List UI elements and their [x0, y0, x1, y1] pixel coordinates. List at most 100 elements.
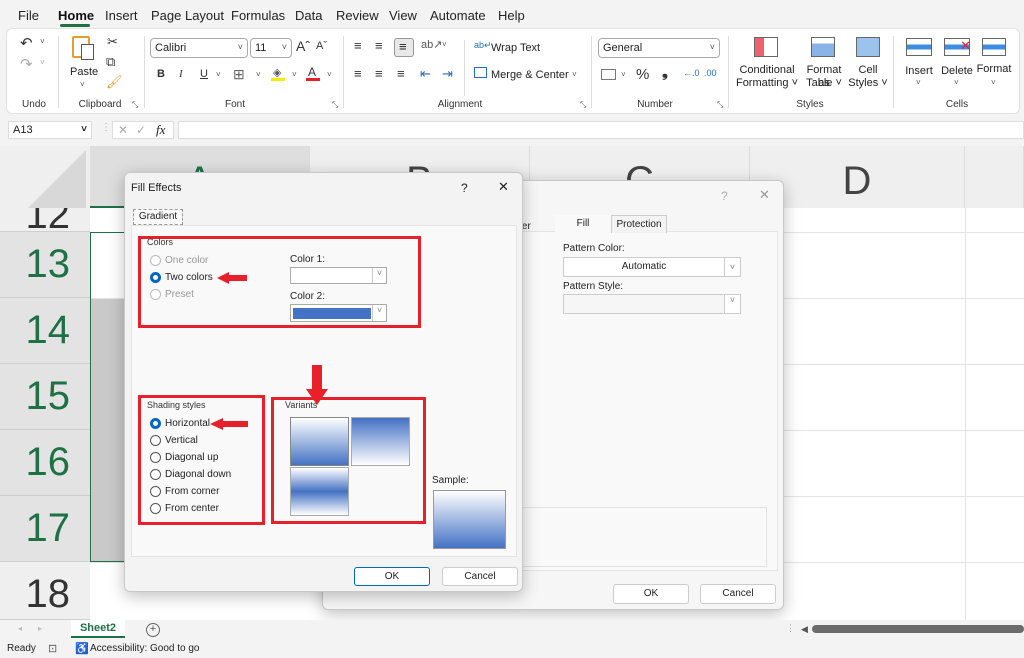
- scroll-left-icon[interactable]: ◀: [801, 624, 808, 635]
- next-sheet-icon[interactable]: ▸: [38, 624, 42, 633]
- cell-styles-icon[interactable]: [856, 37, 880, 57]
- shrink-font-button[interactable]: Aˇ: [316, 40, 327, 52]
- percent-button[interactable]: %: [636, 66, 649, 83]
- pattern-style-select[interactable]: ˅: [563, 294, 741, 314]
- format-dropdown-icon[interactable]: ˅: [991, 78, 996, 87]
- conditional-formatting-label-1[interactable]: Conditional: [737, 64, 797, 77]
- variant-3[interactable]: [290, 467, 349, 516]
- diagonal-up-radio[interactable]: [150, 452, 161, 463]
- cancel-button[interactable]: Cancel: [700, 584, 776, 604]
- cancel-button[interactable]: Cancel: [442, 567, 518, 586]
- align-bottom-button[interactable]: ≡: [394, 38, 414, 57]
- format-cells-icon[interactable]: [982, 38, 1006, 56]
- from-center-radio[interactable]: [150, 503, 161, 514]
- borders-dropdown-icon[interactable]: ˅: [256, 70, 261, 79]
- menu-view[interactable]: View: [389, 8, 417, 23]
- menu-home[interactable]: Home: [58, 8, 94, 23]
- row-header-12[interactable]: 12: [0, 208, 90, 232]
- from-center-label[interactable]: From center: [165, 503, 219, 514]
- menu-review[interactable]: Review: [336, 8, 379, 23]
- diagonal-down-label[interactable]: Diagonal down: [165, 469, 231, 480]
- insert-cells-icon[interactable]: [906, 38, 932, 56]
- align-center-icon[interactable]: ≡: [375, 66, 383, 81]
- menu-page-layout[interactable]: Page Layout: [151, 8, 224, 23]
- row-header-18[interactable]: 18: [0, 562, 90, 620]
- one-color-radio[interactable]: [150, 255, 161, 266]
- merge-center-button[interactable]: Merge & Center: [491, 69, 569, 82]
- row-header-16[interactable]: 16: [0, 430, 90, 496]
- underline-dropdown-icon[interactable]: ˅: [216, 70, 221, 79]
- accounting-dropdown-icon[interactable]: ˅: [621, 70, 626, 79]
- borders-icon[interactable]: ⊞: [233, 66, 245, 83]
- undo-dropdown-icon[interactable]: ˅: [40, 37, 45, 46]
- underline-button[interactable]: U: [200, 68, 208, 80]
- dialog-launcher-icon[interactable]: ⤡: [717, 100, 723, 110]
- cell-styles-label-2[interactable]: Styles ˅: [848, 77, 888, 90]
- insert-button[interactable]: Insert: [905, 65, 933, 78]
- format-as-table-icon[interactable]: [811, 37, 835, 57]
- redo-dropdown-icon[interactable]: ˅: [40, 58, 45, 67]
- menu-automate[interactable]: Automate: [430, 8, 486, 23]
- number-format-combo[interactable]: General ˅: [598, 38, 720, 58]
- name-box[interactable]: A13 ˅: [8, 121, 92, 139]
- conditional-formatting-icon[interactable]: [754, 37, 778, 57]
- help-button[interactable]: ?: [461, 181, 468, 195]
- fill-color-button[interactable]: ◈: [271, 66, 287, 82]
- fill-dropdown-icon[interactable]: ˅: [292, 70, 297, 79]
- close-button[interactable]: ✕: [759, 187, 770, 203]
- macro-record-icon[interactable]: ⊡: [48, 642, 57, 655]
- one-color-label[interactable]: One color: [165, 255, 208, 266]
- scroll-grip-icon[interactable]: ⋮: [786, 623, 795, 634]
- formula-bar-grip-icon[interactable]: ⋮: [101, 122, 111, 133]
- paste-button[interactable]: [70, 34, 98, 62]
- insert-function-icon[interactable]: fx: [156, 122, 165, 138]
- paste-label[interactable]: Paste: [70, 66, 98, 79]
- menu-help[interactable]: Help: [498, 8, 525, 23]
- preset-label[interactable]: Preset: [165, 289, 194, 300]
- sheet-tab-sheet2[interactable]: Sheet2: [71, 620, 125, 638]
- horizontal-scrollbar-thumb[interactable]: [812, 625, 1024, 633]
- delete-dropdown-icon[interactable]: ˅: [954, 78, 959, 87]
- two-colors-label[interactable]: Two colors: [165, 272, 213, 283]
- format-as-table-label-2[interactable]: Table ˅: [800, 77, 848, 90]
- delete-button[interactable]: Delete: [940, 65, 974, 78]
- conditional-formatting-label-2[interactable]: Formatting ˅: [734, 77, 800, 90]
- tab-fill[interactable]: Fill: [555, 215, 611, 233]
- font-name-combo[interactable]: Calibri ˅: [150, 38, 248, 58]
- font-color-button[interactable]: A: [306, 65, 322, 82]
- decrease-decimal-button[interactable]: .00: [704, 68, 717, 78]
- color1-picker[interactable]: ˅: [290, 267, 387, 284]
- enter-icon[interactable]: ✓: [136, 123, 146, 137]
- bold-button[interactable]: B: [157, 68, 165, 80]
- redo-icon[interactable]: ↷: [20, 55, 33, 73]
- vertical-radio[interactable]: [150, 435, 161, 446]
- align-middle-icon[interactable]: ≡: [375, 38, 383, 53]
- ok-button[interactable]: OK: [354, 567, 430, 586]
- delete-cells-icon[interactable]: ✕: [944, 38, 971, 56]
- align-left-icon[interactable]: ≡: [354, 66, 362, 81]
- tab-gradient[interactable]: Gradient: [133, 209, 183, 225]
- orientation-icon[interactable]: ab↗: [421, 38, 442, 51]
- from-corner-radio[interactable]: [150, 486, 161, 497]
- variant-1[interactable]: [290, 417, 349, 466]
- row-header-15[interactable]: 15: [0, 364, 90, 430]
- orientation-dropdown-icon[interactable]: ˅: [442, 40, 447, 49]
- merge-dropdown-icon[interactable]: ˅: [572, 70, 577, 79]
- preset-radio[interactable]: [150, 289, 161, 300]
- merge-center-icon[interactable]: [474, 67, 487, 78]
- cell-styles-label-1[interactable]: Cell: [850, 64, 886, 77]
- column-header-e[interactable]: [965, 146, 1024, 208]
- dialog-launcher-icon[interactable]: ⤡: [332, 100, 338, 110]
- align-top-icon[interactable]: ≡: [354, 38, 362, 53]
- copy-icon[interactable]: ⧉: [106, 54, 115, 70]
- increase-indent-icon[interactable]: ⇥: [442, 66, 453, 82]
- cut-icon[interactable]: ✂: [107, 34, 118, 50]
- align-right-icon[interactable]: ≡: [397, 66, 405, 81]
- format-painter-icon[interactable]: 🖌: [106, 74, 123, 90]
- accessibility-status[interactable]: Accessibility: Good to go: [90, 643, 200, 654]
- prev-sheet-icon[interactable]: ◂: [18, 624, 22, 633]
- tab-protection[interactable]: Protection: [611, 215, 667, 233]
- dialog-launcher-icon[interactable]: ⤡: [580, 100, 586, 110]
- comma-style-button[interactable]: ❟: [662, 64, 668, 81]
- row-header-14[interactable]: 14: [0, 298, 90, 364]
